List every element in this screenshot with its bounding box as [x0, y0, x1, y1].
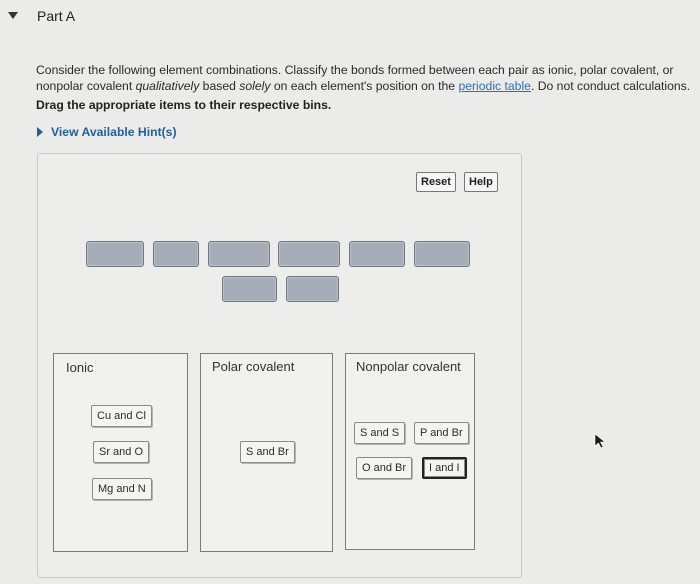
empty-item-slot[interactable]: [414, 241, 470, 267]
question-text: Consider the following element combinati…: [36, 63, 691, 93]
view-hints-toggle[interactable]: View Available Hint(s): [37, 125, 177, 139]
item-chip[interactable]: Cu and Cl: [91, 405, 152, 427]
help-button[interactable]: Help: [464, 172, 498, 192]
empty-item-slot[interactable]: [86, 241, 144, 267]
empty-item-slot[interactable]: [222, 276, 277, 302]
caret-right-icon: [37, 127, 43, 137]
empty-item-slot[interactable]: [286, 276, 339, 302]
part-header[interactable]: Part A: [0, 0, 700, 34]
bin-nonpolar-covalent[interactable]: [345, 353, 475, 550]
empty-item-slot[interactable]: [208, 241, 270, 267]
mouse-cursor-icon: [594, 433, 606, 449]
item-chip[interactable]: S and Br: [240, 441, 295, 463]
item-chip-selected[interactable]: I and I: [422, 457, 467, 479]
item-chip[interactable]: S and S: [354, 422, 406, 444]
collapse-caret-icon[interactable]: [8, 12, 18, 19]
bin-label-polar-covalent: Polar covalent: [212, 359, 295, 374]
empty-item-slot[interactable]: [153, 241, 199, 267]
item-chip[interactable]: Sr and O: [93, 441, 150, 463]
empty-item-slot[interactable]: [278, 241, 340, 267]
reset-button[interactable]: Reset: [416, 172, 456, 192]
view-hints-label: View Available Hint(s): [51, 125, 177, 139]
empty-item-slot[interactable]: [349, 241, 405, 267]
instruction-text: Drag the appropriate items to their resp…: [36, 98, 332, 112]
item-chip[interactable]: O and Br: [356, 457, 413, 479]
periodic-table-link[interactable]: periodic table: [458, 79, 531, 93]
item-chip[interactable]: P and Br: [414, 422, 469, 444]
bin-label-nonpolar-covalent: Nonpolar covalent: [356, 359, 461, 374]
part-title: Part A: [37, 8, 76, 24]
bin-label-ionic: Ionic: [66, 360, 94, 375]
item-chip[interactable]: Mg and N: [92, 478, 152, 500]
